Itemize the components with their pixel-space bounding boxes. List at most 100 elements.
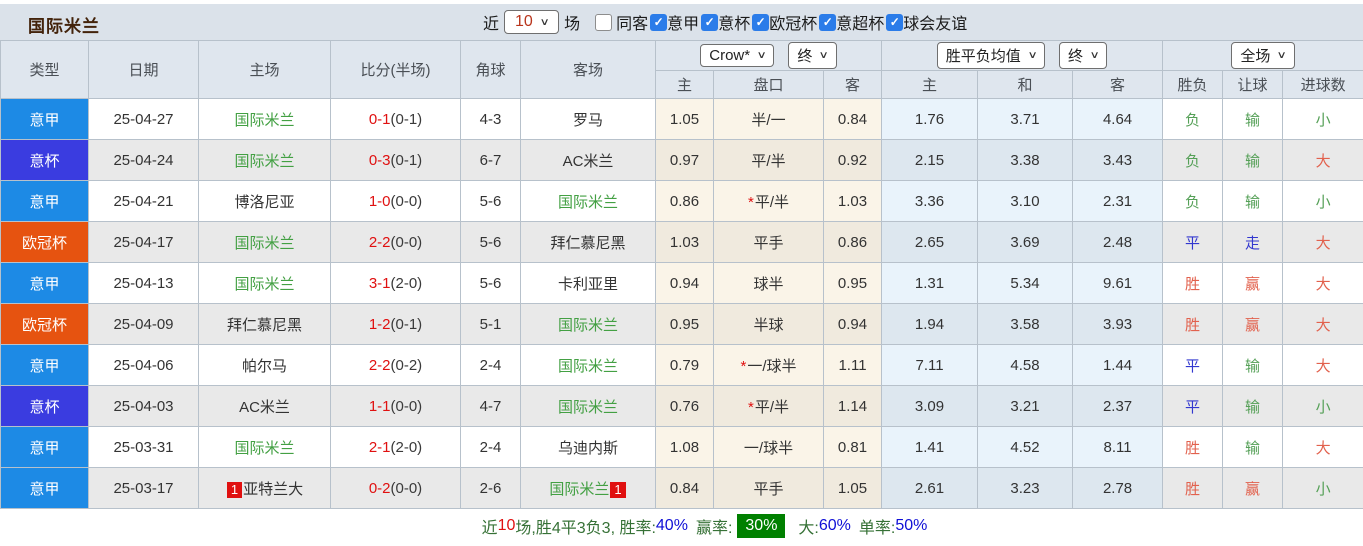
col-header-away: 客场 [521,41,656,99]
euro-draw-odds: 3.10 [978,181,1073,222]
away-team-name[interactable]: 拜仁慕尼黑 [550,235,625,252]
sub-header-2: 客 [824,71,882,99]
handicap-text: 半球 [753,317,783,334]
table-row: 意甲25-04-06帕尔马2-2(0-2)2-4国际米兰0.79*一/球半1.1… [1,345,1363,386]
away-team-name[interactable]: 国际米兰 [549,481,609,498]
goals-cell: 小 [1283,99,1363,140]
checkbox-checked-icon[interactable]: ✓ [886,14,903,31]
full-time-score: 2-1 [369,439,391,456]
goals-cell: 大 [1283,140,1363,181]
handicap-result-cell: 输 [1223,99,1283,140]
outcome-cell: 负 [1163,181,1223,222]
asian-handicap: 一/球半 [714,427,824,468]
handicap-text: 一/球半 [744,440,793,457]
home-team-name[interactable]: 国际米兰 [234,153,294,170]
away-team-name[interactable]: 国际米兰 [558,194,618,211]
euro-time-select[interactable]: 终 ∨ [1059,42,1107,69]
half-time-score: (0-0) [391,398,423,415]
col-header-home: 主场 [199,41,331,99]
sub-header-4: 和 [978,71,1073,99]
match-date: 25-03-17 [89,468,199,509]
summary-prefix: 近 [482,514,498,538]
goals-cell: 小 [1283,468,1363,509]
outcome-cell: 负 [1163,140,1223,181]
handicap-change-star-icon: * [748,194,754,211]
euro-away-odds: 2.31 [1073,181,1163,222]
handicap-text: 半/一 [751,112,785,129]
away-team: 国际米兰 [521,304,656,345]
asian-away-odds: 0.81 [824,427,882,468]
home-team-name[interactable]: 亚特兰大 [243,481,303,498]
home-team-name[interactable]: 博洛尼亚 [234,194,294,211]
checkbox-unchecked-icon[interactable] [595,14,612,31]
euro-home-odds: 1.94 [882,304,978,345]
checkbox-checked-icon[interactable]: ✓ [752,14,769,31]
summary-bar: 近10场,胜4平3负3, 胜率:40%赢率:30%大:60%单率:50% [0,509,1363,542]
home-team-name[interactable]: 帕尔马 [242,358,287,375]
home-team: 国际米兰 [199,140,331,181]
asian-home-odds: 0.95 [656,304,714,345]
euro-draw-odds: 3.21 [978,386,1073,427]
away-team-name[interactable]: 国际米兰 [558,399,618,416]
euro-draw-odds: 3.71 [978,99,1073,140]
match-date: 25-04-27 [89,99,199,140]
full-time-score: 1-1 [369,398,391,415]
away-team-name[interactable]: 国际米兰 [558,317,618,334]
full-time-score: 0-2 [369,480,391,497]
top-bar: 国际米兰 近 10 ∨ 场 同客✓意甲✓意杯✓欧冠杯✓意超杯✓球会友谊 [0,4,1363,40]
goals-cell: 大 [1283,263,1363,304]
home-team-name[interactable]: AC米兰 [239,399,290,416]
euro-source-select[interactable]: 胜平负均值 ∨ [937,42,1045,69]
table-row: 意杯25-04-24国际米兰0-3(0-1)6-7AC米兰0.97平/半0.92… [1,140,1363,181]
away-team-name[interactable]: 罗马 [573,112,603,129]
euro-away-odds: 1.44 [1073,345,1163,386]
filter-同客: 同客 [593,10,648,34]
away-team-name[interactable]: 国际米兰 [558,358,618,375]
match-score: 0-1(0-1) [331,99,461,140]
asian-away-odds: 1.03 [824,181,882,222]
full-time-score: 0-1 [369,111,391,128]
euro-home-odds: 3.36 [882,181,978,222]
filter-label: 意超杯 [836,10,884,34]
filter-球会友谊: ✓球会友谊 [884,10,967,34]
goals-cell: 大 [1283,304,1363,345]
handicap-text: 平手 [753,481,783,498]
away-team-name[interactable]: AC米兰 [563,153,614,170]
asian-away-odds: 0.92 [824,140,882,181]
checkbox-checked-icon[interactable]: ✓ [701,14,718,31]
asian-time-select[interactable]: 终 ∨ [788,42,836,69]
league-badge: 欧冠杯 [1,304,89,345]
recent-count-select[interactable]: 10 ∨ [504,10,559,34]
outcome-cell: 平 [1163,386,1223,427]
checkbox-checked-icon[interactable]: ✓ [819,14,836,31]
corner-score: 2-4 [461,427,521,468]
outcome-cell: 胜 [1163,304,1223,345]
period-select[interactable]: 全场 ∨ [1231,42,1294,69]
filter-意杯: ✓意杯 [699,10,750,34]
table-row: 欧冠杯25-04-17国际米兰2-2(0-0)5-6拜仁慕尼黑1.03平手0.8… [1,222,1363,263]
euro-home-odds: 1.31 [882,263,978,304]
away-team-name[interactable]: 乌迪内斯 [558,440,618,457]
away-team-name[interactable]: 卡利亚里 [558,276,618,293]
home-team-name[interactable]: 国际米兰 [234,112,294,129]
league-badge: 意甲 [1,345,89,386]
home-team-name[interactable]: 国际米兰 [234,276,294,293]
home-team: 国际米兰 [199,99,331,140]
handicap-result-cell: 赢 [1223,468,1283,509]
goals-cell: 大 [1283,222,1363,263]
home-team-name[interactable]: 拜仁慕尼黑 [227,317,302,334]
euro-away-odds: 3.43 [1073,140,1163,181]
checkbox-checked-icon[interactable]: ✓ [650,14,667,31]
matches-label: 场 [564,10,580,34]
euro-home-odds: 1.41 [882,427,978,468]
home-team-name[interactable]: 国际米兰 [234,235,294,252]
home-team-name[interactable]: 国际米兰 [234,440,294,457]
asian-source-select[interactable]: Crow* ∨ [700,44,774,67]
match-score: 2-2(0-0) [331,222,461,263]
asian-home-odds: 0.86 [656,181,714,222]
euro-home-odds: 2.65 [882,222,978,263]
chevron-down-icon: ∨ [539,17,549,28]
match-date: 25-04-06 [89,345,199,386]
asian-away-odds: 1.14 [824,386,882,427]
corner-score: 2-4 [461,345,521,386]
